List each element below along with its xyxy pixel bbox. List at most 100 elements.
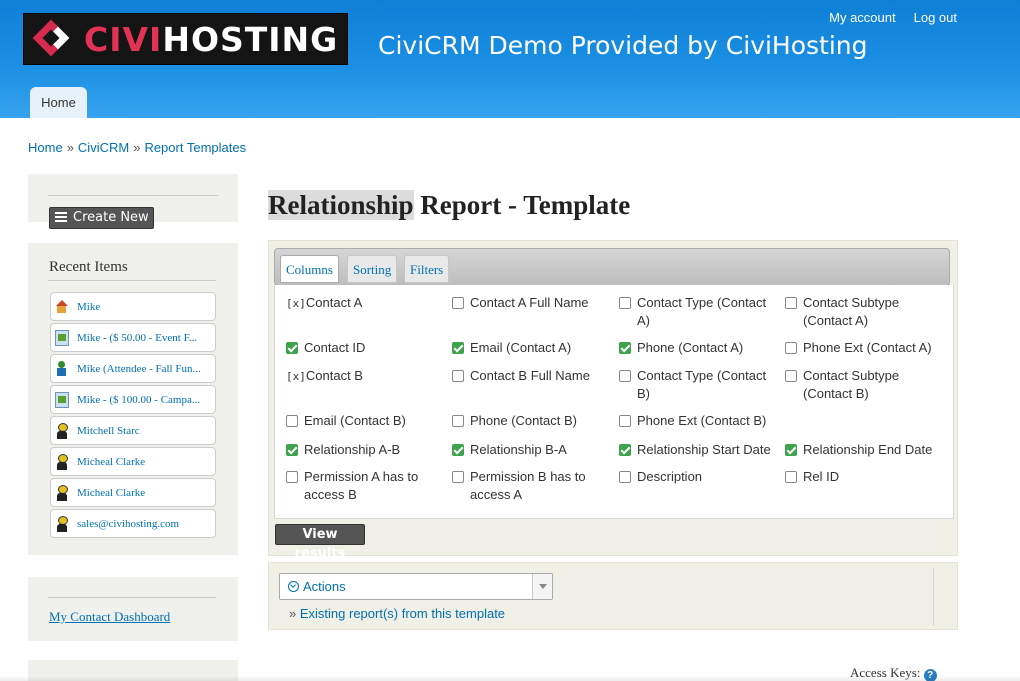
column-option[interactable]: Relationship End Date	[785, 441, 945, 459]
column-option: [x]Contact B	[286, 367, 444, 386]
divider	[48, 195, 218, 196]
checkbox[interactable]	[286, 471, 298, 483]
column-option[interactable]: Contact Type (Contact B)	[619, 367, 777, 403]
column-option[interactable]: Relationship Start Date	[619, 441, 777, 459]
checkbox-checked[interactable]	[286, 444, 298, 456]
create-new-button[interactable]: Create New	[49, 207, 154, 229]
tab-home[interactable]: Home	[30, 87, 87, 118]
report-criteria-form: Columns Sorting Filters [x]Contact A Cont…	[268, 240, 958, 561]
column-option: [x]Contact A	[286, 294, 444, 313]
tab-columns[interactable]: Columns	[280, 255, 339, 283]
column-option[interactable]: Contact A Full Name	[452, 294, 610, 312]
divider	[48, 597, 216, 598]
logo-text: CIVIHOSTING	[84, 19, 339, 59]
column-option[interactable]: Permission A has to access B	[286, 468, 444, 504]
participant-icon	[55, 360, 69, 377]
checkbox-checked[interactable]	[452, 342, 464, 354]
checkbox[interactable]	[286, 415, 298, 427]
contribution-icon	[55, 329, 69, 346]
individual-icon	[55, 484, 69, 501]
column-option-label: Contact A	[305, 295, 363, 310]
column-option[interactable]: Phone Ext (Contact B)	[619, 412, 777, 430]
recent-item[interactable]: Mike (Attendee - Fall Fun...	[50, 354, 216, 383]
column-option-label: Contact B Full Name	[470, 368, 590, 383]
create-new-label: Create New	[73, 210, 149, 225]
tab-filters[interactable]: Filters	[404, 255, 450, 283]
recent-item[interactable]: Mike	[50, 292, 216, 321]
recent-item[interactable]: sales@civihosting.com	[50, 509, 216, 538]
checkbox[interactable]	[619, 471, 631, 483]
column-option[interactable]: Phone (Contact B)	[452, 412, 610, 430]
column-option-label: Relationship B-A	[470, 442, 567, 457]
column-option-label: Contact ID	[304, 340, 366, 355]
actions-select[interactable]: Actions	[279, 573, 553, 600]
individual-icon	[55, 515, 69, 532]
checkbox[interactable]	[785, 471, 797, 483]
column-option[interactable]: Contact ID	[286, 339, 444, 357]
recent-item[interactable]: Micheal Clarke	[50, 478, 216, 507]
column-option-label: Email (Contact B)	[304, 413, 406, 428]
columns-panel: [x]Contact A Contact A Full Name Contact T…	[274, 285, 954, 519]
column-option[interactable]: Description	[619, 468, 777, 486]
log-out-link[interactable]: Log out	[914, 10, 957, 25]
chevron-down-icon[interactable]	[532, 574, 552, 599]
column-option-label: Relationship A-B	[304, 442, 401, 457]
checkbox[interactable]	[785, 370, 797, 382]
checkbox[interactable]	[452, 370, 464, 382]
tab-sorting[interactable]: Sorting	[347, 255, 398, 283]
checkbox-checked[interactable]	[286, 342, 298, 354]
column-option-label: Contact B	[305, 368, 363, 383]
column-option[interactable]: Relationship A-B	[286, 441, 444, 459]
checkbox[interactable]	[785, 297, 797, 309]
view-results-button[interactable]: View results	[275, 524, 365, 561]
breadcrumb-home[interactable]: Home	[28, 140, 63, 155]
column-option[interactable]: Phone (Contact A)	[619, 339, 777, 357]
my-account-link[interactable]: My account	[829, 10, 895, 25]
checkbox-checked[interactable]	[785, 444, 797, 456]
recent-item[interactable]: Micheal Clarke	[50, 447, 216, 476]
column-option[interactable]: Rel ID	[785, 468, 945, 486]
column-option[interactable]: Permission B has to access A	[452, 468, 610, 504]
column-option[interactable]: Contact Subtype (Contact A)	[785, 294, 945, 330]
recent-items-title: Recent Items	[49, 259, 128, 275]
column-option[interactable]: Contact B Full Name	[452, 367, 610, 385]
column-option[interactable]: Contact Type (Contact A)	[619, 294, 777, 330]
contribution-icon	[55, 391, 69, 408]
column-option-label: Contact Type (Contact A)	[637, 295, 767, 328]
checkbox[interactable]	[452, 297, 464, 309]
site-name[interactable]: CiviCRM Demo Provided by CiviHosting	[378, 31, 868, 60]
column-option[interactable]: Relationship B-A	[452, 441, 610, 459]
recent-item[interactable]: Mike - ($ 50.00 - Event F...	[50, 323, 216, 352]
recent-item[interactable]: Mike - ($ 100.00 - Campa...	[50, 385, 216, 414]
breadcrumb-report-templates[interactable]: Report Templates	[144, 140, 246, 155]
report-tabs: Columns Sorting Filters	[274, 248, 950, 286]
column-option-label: Contact Subtype (Contact B)	[803, 368, 900, 401]
checkbox[interactable]	[785, 342, 797, 354]
checkbox[interactable]	[619, 415, 631, 427]
checkbox-checked[interactable]	[619, 444, 631, 456]
checkbox-checked[interactable]	[452, 444, 464, 456]
my-contact-dashboard-link[interactable]: My Contact Dashboard	[49, 609, 170, 625]
civihosting-logo[interactable]: CIVIHOSTING	[23, 13, 348, 65]
checkbox[interactable]	[619, 297, 631, 309]
actions-inner: Actions » Existing report(s) from this t…	[276, 568, 934, 626]
checkbox-checked[interactable]	[619, 342, 631, 354]
required-mark: [x]	[286, 297, 306, 310]
column-option-label: Phone Ext (Contact A)	[803, 340, 932, 355]
existing-reports-link[interactable]: Existing report(s) from this template	[300, 606, 505, 621]
dashboard-block: My Contact Dashboard	[28, 577, 238, 641]
recent-item[interactable]: Mitchell Starc	[50, 416, 216, 445]
checkbox[interactable]	[452, 471, 464, 483]
column-option-label: Permission B has to access A	[470, 469, 586, 502]
column-option[interactable]: Phone Ext (Contact A)	[785, 339, 945, 357]
required-mark: [x]	[286, 370, 306, 383]
column-option[interactable]: Email (Contact B)	[286, 412, 444, 430]
divider	[48, 280, 216, 281]
checkbox[interactable]	[452, 415, 464, 427]
site-header: CIVIHOSTING CiviCRM Demo Provided by Civ…	[0, 0, 1020, 118]
checkbox[interactable]	[619, 370, 631, 382]
breadcrumb-civicrm[interactable]: CiviCRM	[78, 140, 129, 155]
column-option[interactable]: Contact Subtype (Contact B)	[785, 367, 945, 403]
column-option[interactable]: Email (Contact A)	[452, 339, 610, 357]
actions-block: Actions » Existing report(s) from this t…	[268, 562, 958, 630]
